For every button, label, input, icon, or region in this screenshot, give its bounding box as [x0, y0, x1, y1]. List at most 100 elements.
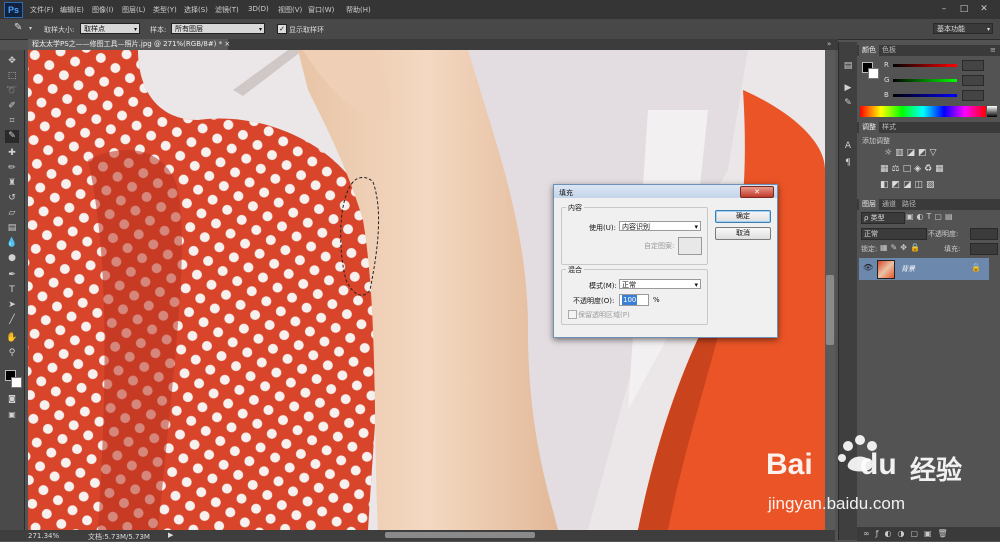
tool-preset-chevron-icon[interactable]: ▾	[29, 25, 32, 32]
maximize-icon[interactable]: □	[957, 3, 971, 15]
menu-item-5[interactable]: 选择(S)	[184, 5, 208, 15]
workspace-select[interactable]: 基本功能 ▾	[933, 23, 993, 34]
green-slider[interactable]	[893, 79, 957, 82]
document-tab[interactable]: 程太太学PS之——修图工具—照片.jpg @ 271%(RGB/8#) * ×	[28, 39, 230, 50]
blur-tool-icon[interactable]: 💧	[5, 237, 19, 250]
tab-layers[interactable]: 图层	[859, 199, 879, 210]
hand-tool-icon[interactable]: ✋	[5, 332, 19, 345]
pen-tool-icon[interactable]: ✒	[5, 269, 19, 282]
lock-icons[interactable]: ▦✎✥🔒	[880, 243, 923, 252]
menu-item-6[interactable]: 滤镜(T)	[215, 5, 239, 15]
adjustments-panel-tabs: 调整 样式	[857, 122, 1000, 133]
move-tool-icon[interactable]: ✥	[5, 55, 19, 68]
layer-filter-kind-select[interactable]: ρ 类型	[861, 212, 905, 224]
history-brush-tool-icon[interactable]: ↺	[5, 192, 19, 205]
green-value-field[interactable]	[962, 75, 984, 86]
status-menu-arrow-icon[interactable]: ▶	[168, 531, 173, 539]
gradient-tool-icon[interactable]: ▤	[5, 222, 19, 235]
tab-swatches[interactable]: 色板	[879, 45, 899, 56]
adjustment-icons-row-2[interactable]: ▦⚖□◈♻▦	[880, 164, 947, 174]
opacity-value: 100	[622, 295, 638, 305]
tab-close-icon[interactable]: ×	[224, 40, 230, 48]
menu-item-9[interactable]: 窗口(W)	[308, 5, 334, 15]
tab-styles[interactable]: 样式	[879, 122, 899, 133]
opacity-input[interactable]: 100	[619, 294, 649, 306]
type-tool-icon[interactable]: T	[5, 284, 19, 297]
tab-adjustments[interactable]: 调整	[859, 122, 879, 133]
layer-opacity-field[interactable]	[970, 228, 998, 240]
dialog-close-button[interactable]: ✕	[740, 186, 774, 198]
menu-item-7[interactable]: 3D(D)	[248, 5, 269, 13]
eyedropper-tool-icon[interactable]: ✎	[14, 22, 22, 33]
lasso-tool-icon[interactable]: ➰	[5, 85, 19, 98]
blue-slider[interactable]	[893, 94, 957, 97]
adjustment-icons-row-3[interactable]: ◧◩◪◫▨	[880, 180, 938, 190]
mode-label: 模式(M):	[589, 282, 617, 290]
minimize-icon[interactable]: –	[937, 3, 951, 15]
pattern-picker[interactable]	[678, 237, 702, 255]
opacity-label: 不透明度(O):	[573, 297, 615, 305]
menu-item-3[interactable]: 图层(L)	[122, 5, 145, 15]
tab-overflow-icon[interactable]: »	[827, 40, 831, 48]
fill-field[interactable]	[970, 243, 998, 255]
red-value-field[interactable]	[962, 60, 984, 71]
menu-item-8[interactable]: 视图(V)	[278, 5, 302, 15]
mode-select[interactable]: 正常 ▾	[619, 279, 701, 289]
blue-value-field[interactable]	[962, 90, 984, 101]
gray-ramp[interactable]	[987, 106, 997, 117]
content-group	[561, 207, 708, 265]
channel-b-label: B	[884, 91, 889, 99]
menu-item-4[interactable]: 类型(Y)	[153, 5, 177, 15]
line-tool-icon[interactable]: ╱	[5, 314, 19, 327]
brush-panel-icon[interactable]: ✎	[841, 97, 855, 110]
tab-color[interactable]: 颜色	[859, 45, 879, 56]
zoom-level[interactable]: 271.34%	[28, 532, 59, 540]
dialog-titlebar[interactable]: 填充 ✕	[554, 185, 777, 198]
sample-size-select[interactable]: 取样点 ▾	[80, 23, 140, 34]
eyedropper-tool-icon[interactable]: ✎	[5, 130, 19, 143]
use-select[interactable]: 内容识别 ▾	[619, 221, 701, 231]
menu-item-10[interactable]: 帮助(H)	[346, 5, 371, 15]
color-spectrum-ramp[interactable]	[860, 106, 986, 117]
zoom-tool-icon[interactable]: ⚲	[5, 347, 19, 360]
path-selection-tool-icon[interactable]: ➤	[5, 299, 19, 312]
panel-menu-icon[interactable]: ≡	[987, 45, 999, 56]
show-ring-checkbox[interactable]: ✓	[277, 24, 287, 34]
quick-selection-tool-icon[interactable]: ✐	[5, 100, 19, 113]
cancel-button[interactable]: 取消	[715, 227, 771, 240]
screen-mode-icon[interactable]: ▣	[5, 408, 19, 421]
close-icon[interactable]: ✕	[977, 3, 991, 15]
healing-brush-tool-icon[interactable]: ✚	[5, 147, 19, 160]
color-panel-background-swatch[interactable]	[868, 68, 879, 79]
menu-item-2[interactable]: 图像(I)	[92, 5, 114, 15]
menu-item-0[interactable]: 文件(F)	[30, 5, 54, 15]
tab-channels[interactable]: 通道	[879, 199, 899, 210]
character-panel-icon[interactable]: A	[841, 140, 855, 153]
paragraph-panel-icon[interactable]: ¶	[841, 157, 855, 170]
ok-button[interactable]: 确定	[715, 210, 771, 223]
blend-mode-select[interactable]: 正常	[861, 228, 927, 240]
actions-panel-icon[interactable]: ▶	[841, 82, 855, 95]
clone-stamp-tool-icon[interactable]: ♜	[5, 177, 19, 190]
adjustment-icons-row-1[interactable]: ☼▥◪◩▽	[884, 148, 940, 158]
background-color-swatch[interactable]	[11, 377, 22, 388]
layers-panel-tabs: 图层 通道 路径	[857, 199, 1000, 210]
crop-tool-icon[interactable]: ⌗	[5, 115, 19, 128]
dodge-tool-icon[interactable]: ●	[5, 252, 19, 265]
eraser-tool-icon[interactable]: ▱	[5, 207, 19, 220]
brush-tool-icon[interactable]: ✏	[5, 162, 19, 175]
history-panel-icon[interactable]: ▤	[841, 60, 855, 73]
layer-row-background[interactable]: 👁 背景 🔒	[859, 258, 989, 280]
tab-paths[interactable]: 路径	[899, 199, 919, 210]
layer-filter-icons[interactable]: ▣◐T▢▤	[906, 212, 956, 221]
quick-mask-icon[interactable]: ◙	[5, 392, 19, 405]
preserve-transparency-checkbox[interactable]	[568, 310, 577, 319]
menu-item-1[interactable]: 编辑(E)	[60, 5, 84, 15]
layer-name[interactable]: 背景	[901, 264, 915, 274]
sample-select[interactable]: 所有图层 ▾	[171, 23, 265, 34]
horizontal-scroll-thumb[interactable]	[385, 532, 535, 538]
red-slider[interactable]	[893, 64, 957, 67]
visibility-eye-icon[interactable]: 👁	[863, 263, 873, 272]
vertical-scroll-thumb[interactable]	[826, 275, 834, 345]
marquee-tool-icon[interactable]: ⬚	[5, 70, 19, 83]
